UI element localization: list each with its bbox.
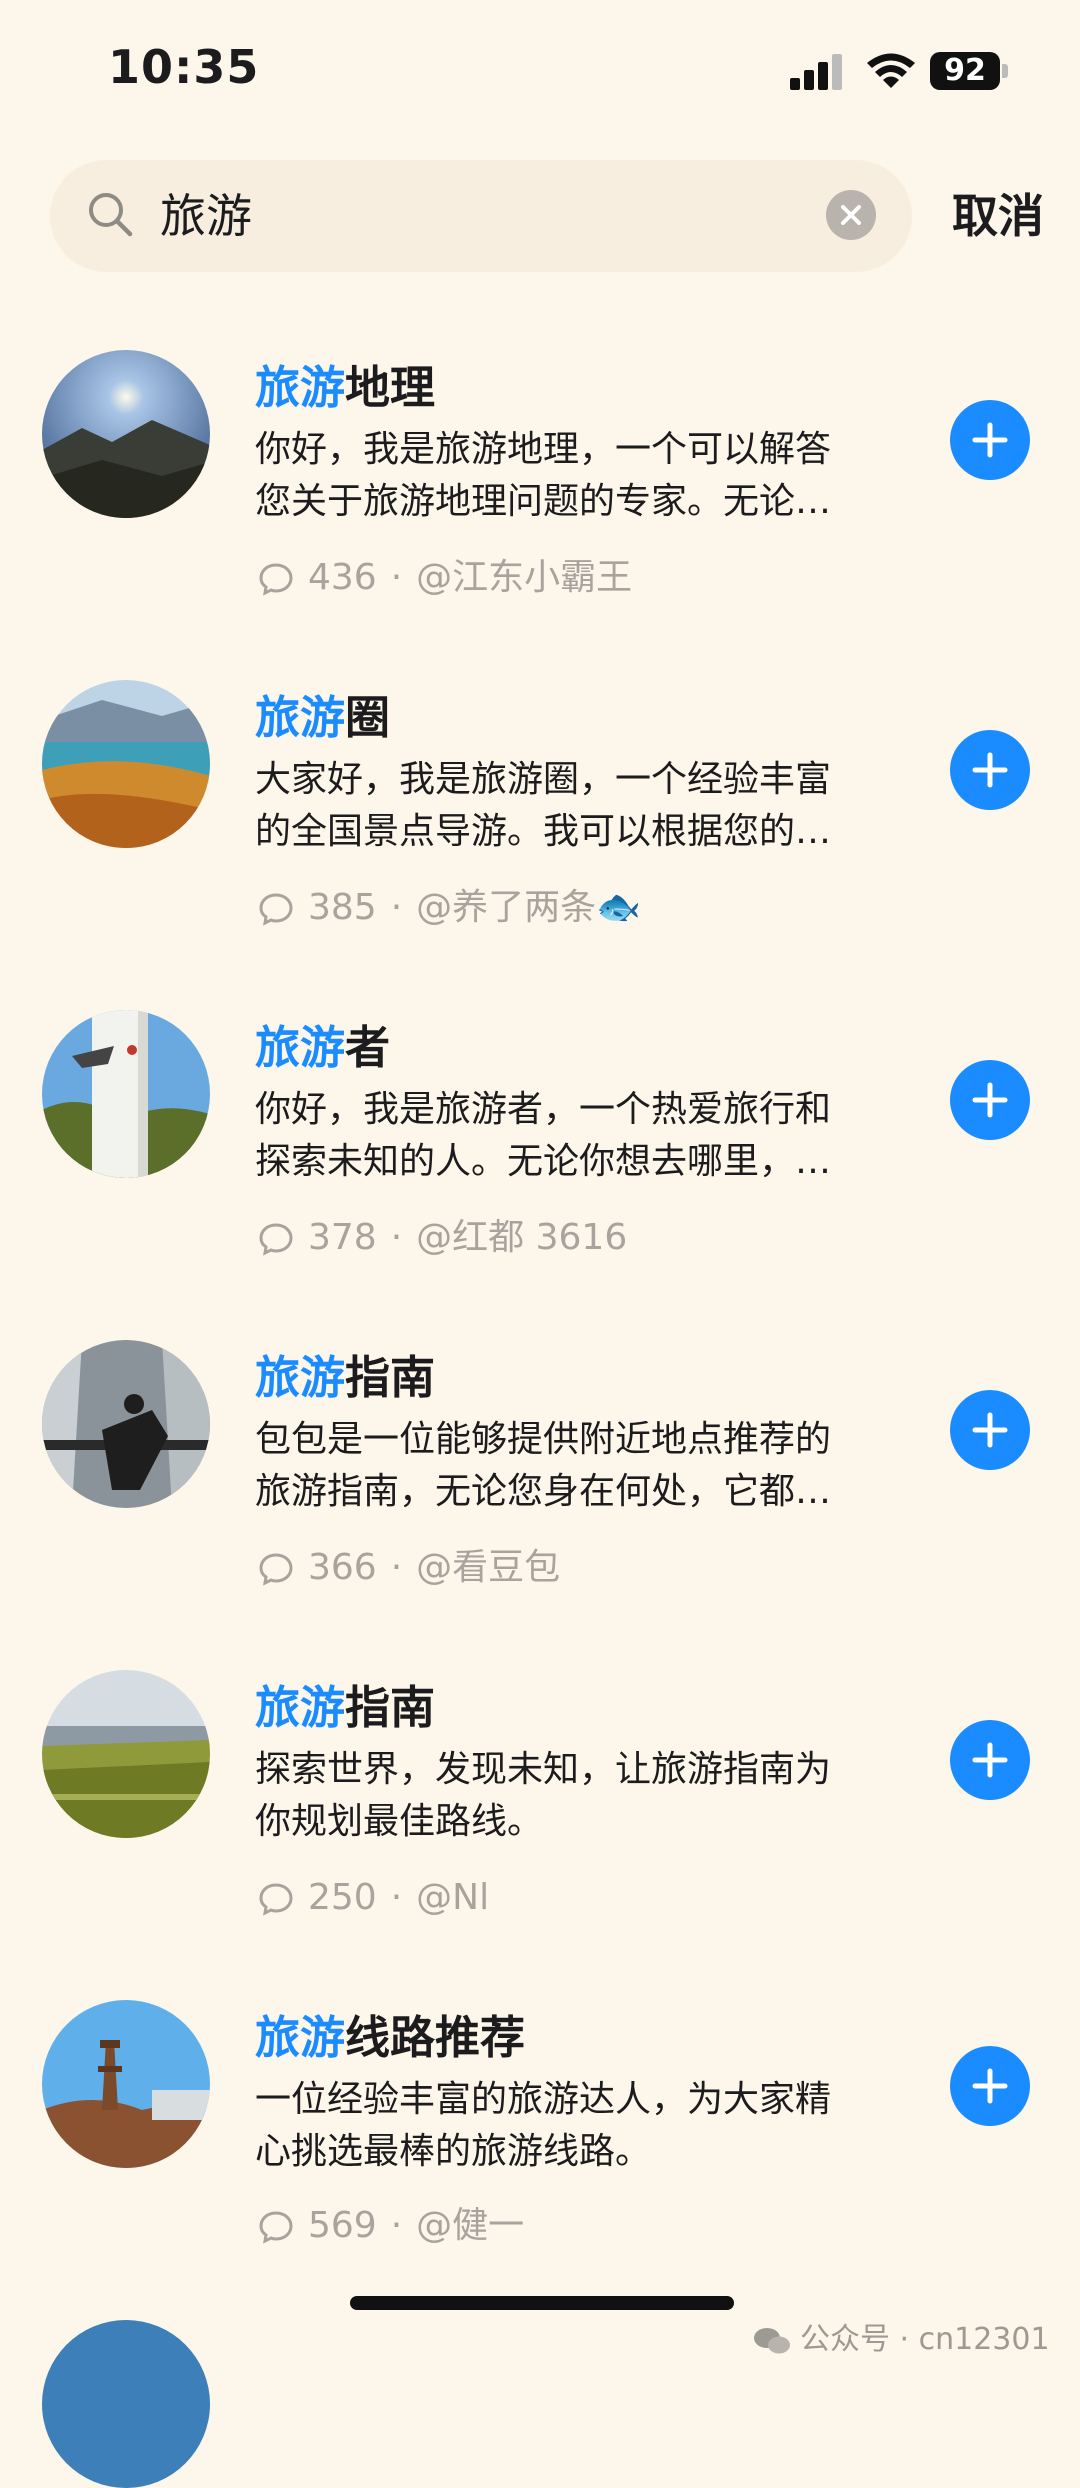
status-time: 10:35	[108, 40, 260, 94]
comment-icon	[259, 1553, 293, 1586]
result-title: 旅游地理	[255, 361, 436, 414]
result-meta: 250 · @Nl	[258, 1872, 489, 1924]
cellular-signal-icon	[790, 54, 846, 90]
avatar	[42, 680, 210, 848]
battery-indicator: 92	[930, 52, 1000, 90]
avatar	[42, 1340, 210, 1508]
avatar	[42, 2320, 210, 2488]
comment-icon	[259, 563, 293, 596]
add-button[interactable]	[950, 2046, 1030, 2126]
result-description: 你好，我是旅游地理，一个可以解答 您关于旅游地理问题的专家。无论…	[255, 429, 832, 522]
result-description: 包包是一位能够提供附近地点推荐的 旅游指南，无论您身在何处，它都…	[255, 1419, 832, 1512]
wechat-icon	[754, 2327, 790, 2353]
result-meta: 436 · @江东小霸王	[258, 552, 632, 604]
result-meta: 385 · @养了两条🐟	[258, 882, 641, 934]
avatar	[42, 2000, 210, 2168]
result-title: 旅游圈	[255, 691, 391, 744]
result-description: 一位经验丰富的旅游达人，为大家精 心挑选最棒的旅游线路。	[255, 2079, 832, 2172]
result-description: 你好，我是旅游者，一个热爱旅行和 探索未知的人。无论你想去哪里，…	[255, 1089, 832, 1182]
wifi-icon	[867, 53, 915, 88]
status-bar: 10:35 92	[0, 0, 1080, 140]
result-description: 探索世界，发现未知，让旅游指南为 你规划最佳路线。	[255, 1749, 832, 1842]
add-button[interactable]	[950, 1390, 1030, 1470]
result-description: 大家好，我是旅游圈，一个经验丰富 的全国景点导游。我可以根据您的…	[255, 759, 832, 852]
home-indicator[interactable]	[350, 2296, 734, 2310]
result-title: 旅游指南	[255, 1351, 436, 1404]
result-meta: 569 · @健一	[258, 2200, 524, 2252]
comment-icon	[259, 1223, 293, 1256]
search-input[interactable]: 旅游	[160, 180, 252, 252]
result-meta: 378 · @红都 3616	[258, 1212, 627, 1264]
battery-tip	[1002, 64, 1008, 78]
comment-icon	[259, 893, 293, 926]
watermark: 公众号 · cn12301	[752, 2314, 1050, 2358]
result-title: 旅游线路推荐	[255, 2011, 526, 2064]
add-button[interactable]	[950, 400, 1030, 480]
add-button[interactable]	[950, 730, 1030, 810]
search-icon	[89, 193, 133, 237]
clear-icon[interactable]	[826, 190, 876, 240]
result-title: 旅游者	[255, 1021, 391, 1074]
add-button[interactable]	[950, 1060, 1030, 1140]
comment-icon	[259, 1883, 293, 1916]
avatar	[42, 1010, 210, 1178]
add-button[interactable]	[950, 1720, 1030, 1800]
result-title: 旅游指南	[255, 1681, 436, 1734]
cancel-button[interactable]: 取消	[952, 184, 1044, 248]
result-meta: 366 · @看豆包	[258, 1542, 560, 1594]
avatar	[42, 350, 210, 518]
avatar	[42, 1670, 210, 1838]
comment-icon	[259, 2211, 293, 2244]
